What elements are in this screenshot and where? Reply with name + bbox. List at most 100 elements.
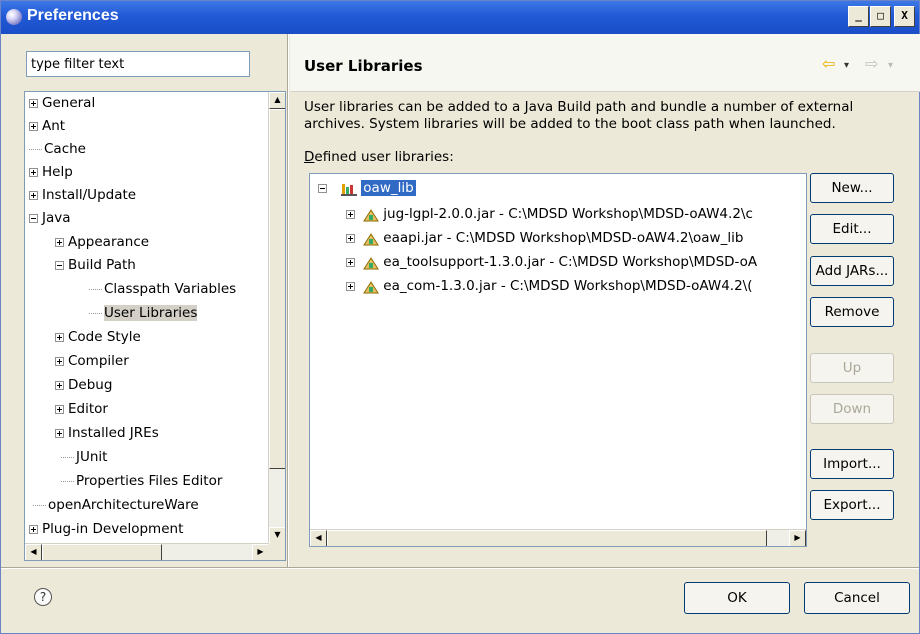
library-oaw-lib[interactable]: oaw_lib bbox=[318, 177, 416, 199]
minimize-button[interactable]: _ bbox=[848, 6, 869, 27]
expand-icon[interactable] bbox=[346, 233, 355, 243]
maximize-button[interactable]: □ bbox=[870, 6, 891, 27]
expand-icon[interactable] bbox=[346, 281, 355, 291]
back-dropdown-icon[interactable]: ▾ bbox=[844, 60, 849, 71]
tree-item-junit[interactable]: JUnit bbox=[61, 446, 107, 468]
expand-icon[interactable] bbox=[29, 98, 38, 108]
tree-item-code-style[interactable]: Code Style bbox=[55, 326, 141, 348]
help-icon[interactable]: ? bbox=[34, 588, 52, 606]
jar-icon bbox=[363, 207, 380, 222]
expand-icon[interactable] bbox=[346, 257, 355, 267]
scroll-left-arrow-icon[interactable]: ◀ bbox=[25, 544, 42, 560]
collapse-icon[interactable] bbox=[55, 260, 64, 270]
panel-divider[interactable] bbox=[287, 34, 289, 567]
tree-horizontal-scrollbar[interactable]: ◀ ▶ bbox=[25, 543, 269, 560]
import-button[interactable]: Import... bbox=[810, 449, 894, 479]
tree-item-user-libraries[interactable]: User Libraries bbox=[89, 302, 198, 324]
edit-button[interactable]: Edit... bbox=[810, 214, 894, 244]
tree-item-classpath-variables[interactable]: Classpath Variables bbox=[89, 278, 236, 300]
tree-item-ant[interactable]: Ant bbox=[29, 115, 65, 137]
scroll-thumb[interactable] bbox=[269, 109, 285, 469]
tree-item-label: Appearance bbox=[68, 234, 150, 250]
libraries-horizontal-scrollbar[interactable]: ◀ ▶ bbox=[310, 529, 806, 546]
tree-item-cache[interactable]: Cache bbox=[29, 138, 86, 160]
expand-icon[interactable] bbox=[29, 524, 38, 534]
export-button[interactable]: Export... bbox=[810, 490, 894, 520]
jar-item[interactable]: ea_toolsupport-1.3.0.jar - C:\MDSD Works… bbox=[346, 251, 757, 273]
title-bar[interactable]: Preferences _ □ X bbox=[1, 1, 919, 34]
tree-item-installed-jres[interactable]: Installed JREs bbox=[55, 422, 159, 444]
cancel-button[interactable]: Cancel bbox=[804, 582, 910, 614]
tree-item-label: Java bbox=[42, 210, 71, 226]
ok-button[interactable]: OK bbox=[684, 582, 790, 614]
jar-label: jug-lgpl-2.0.0.jar - C:\MDSD Workshop\MD… bbox=[383, 206, 753, 222]
jar-label: ea_com-1.3.0.jar - C:\MDSD Workshop\MDSD… bbox=[383, 278, 753, 294]
scroll-left-arrow-icon[interactable]: ◀ bbox=[310, 530, 327, 546]
tree-item-label: Code Style bbox=[68, 329, 141, 345]
close-button[interactable]: X bbox=[894, 6, 915, 27]
jar-item[interactable]: jug-lgpl-2.0.0.jar - C:\MDSD Workshop\MD… bbox=[346, 203, 753, 225]
jar-item[interactable]: ea_com-1.3.0.jar - C:\MDSD Workshop\MDSD… bbox=[346, 275, 753, 297]
defined-libraries-label: Defined user libraries: bbox=[304, 149, 454, 165]
tree-connector bbox=[33, 504, 46, 506]
expand-icon[interactable] bbox=[55, 332, 64, 342]
down-button[interactable]: Down bbox=[810, 394, 894, 424]
tree-item-java[interactable]: Java bbox=[29, 207, 71, 229]
scroll-up-arrow-icon[interactable]: ▲ bbox=[269, 92, 285, 109]
remove-button[interactable]: Remove bbox=[810, 297, 894, 327]
tree-item-appearance[interactable]: Appearance bbox=[55, 231, 149, 253]
scroll-thumb[interactable] bbox=[42, 544, 162, 560]
expand-icon[interactable] bbox=[346, 209, 355, 219]
tree-item-label: Install/Update bbox=[42, 187, 137, 203]
tree-item-properties-files-editor[interactable]: Properties Files Editor bbox=[61, 470, 222, 492]
expand-icon[interactable] bbox=[55, 404, 64, 414]
tree-item-help[interactable]: Help bbox=[29, 161, 73, 183]
tree-item-debug[interactable]: Debug bbox=[55, 374, 112, 396]
expand-icon[interactable] bbox=[55, 380, 64, 390]
tree-connector bbox=[89, 312, 102, 314]
tree-item-label: General bbox=[42, 95, 96, 111]
expand-icon[interactable] bbox=[29, 190, 38, 200]
jar-item[interactable]: eaapi.jar - C:\MDSD Workshop\MDSD-oAW4.2… bbox=[346, 227, 743, 249]
collapse-icon[interactable] bbox=[29, 213, 38, 223]
tree-connector bbox=[61, 456, 74, 458]
tree-item-editor[interactable]: Editor bbox=[55, 398, 108, 420]
tree-item-build-path[interactable]: Build Path bbox=[55, 254, 136, 276]
tree-connector bbox=[89, 288, 102, 290]
tree-item-openarchitectureware[interactable]: openArchitectureWare bbox=[33, 494, 199, 516]
scroll-right-arrow-icon[interactable]: ▶ bbox=[252, 544, 269, 560]
add-jars-button[interactable]: Add JARs... bbox=[810, 256, 894, 286]
tree-item-label: Plug-in Development bbox=[42, 521, 184, 537]
eclipse-icon bbox=[6, 9, 22, 25]
expand-icon[interactable] bbox=[29, 121, 38, 131]
tree-item-label: Properties Files Editor bbox=[76, 473, 223, 489]
tree-item-compiler[interactable]: Compiler bbox=[55, 350, 129, 372]
tree-item-plugin-development[interactable]: Plug-in Development bbox=[29, 518, 183, 540]
preference-tree[interactable]: General Ant Cache Help Install/Update Ja… bbox=[24, 91, 286, 561]
up-button[interactable]: Up bbox=[810, 353, 894, 383]
tree-vertical-scrollbar[interactable]: ▲ ▼ bbox=[268, 92, 285, 544]
page-description: User libraries can be added to a Java Bu… bbox=[304, 99, 854, 132]
scroll-right-arrow-icon[interactable]: ▶ bbox=[789, 530, 806, 546]
forward-dropdown-icon[interactable]: ▾ bbox=[888, 60, 893, 71]
new-button[interactable]: New... bbox=[810, 173, 894, 203]
expand-icon[interactable] bbox=[55, 356, 64, 366]
expand-icon[interactable] bbox=[55, 428, 64, 438]
expand-icon[interactable] bbox=[29, 167, 38, 177]
scroll-down-arrow-icon[interactable]: ▼ bbox=[269, 527, 285, 544]
tree-item-general[interactable]: General bbox=[29, 92, 95, 114]
page-title: User Libraries bbox=[304, 57, 423, 75]
footer-divider bbox=[1, 567, 919, 569]
jar-icon bbox=[363, 255, 380, 270]
expand-icon[interactable] bbox=[55, 237, 64, 247]
window-title: Preferences bbox=[27, 7, 119, 24]
back-arrow-icon[interactable]: ⇦ bbox=[822, 54, 835, 73]
collapse-icon[interactable] bbox=[318, 183, 327, 193]
scroll-thumb[interactable] bbox=[327, 530, 767, 546]
user-libraries-tree[interactable]: oaw_lib jug-lgpl-2.0.0.jar - C:\MDSD Wor… bbox=[309, 173, 807, 547]
forward-arrow-icon[interactable]: ⇨ bbox=[865, 54, 878, 73]
preferences-window: Preferences _ □ X General Ant Cache Help… bbox=[0, 0, 920, 634]
filter-input[interactable] bbox=[26, 51, 250, 77]
tree-item-install-update[interactable]: Install/Update bbox=[29, 184, 136, 206]
tree-item-label: Cache bbox=[44, 141, 86, 157]
